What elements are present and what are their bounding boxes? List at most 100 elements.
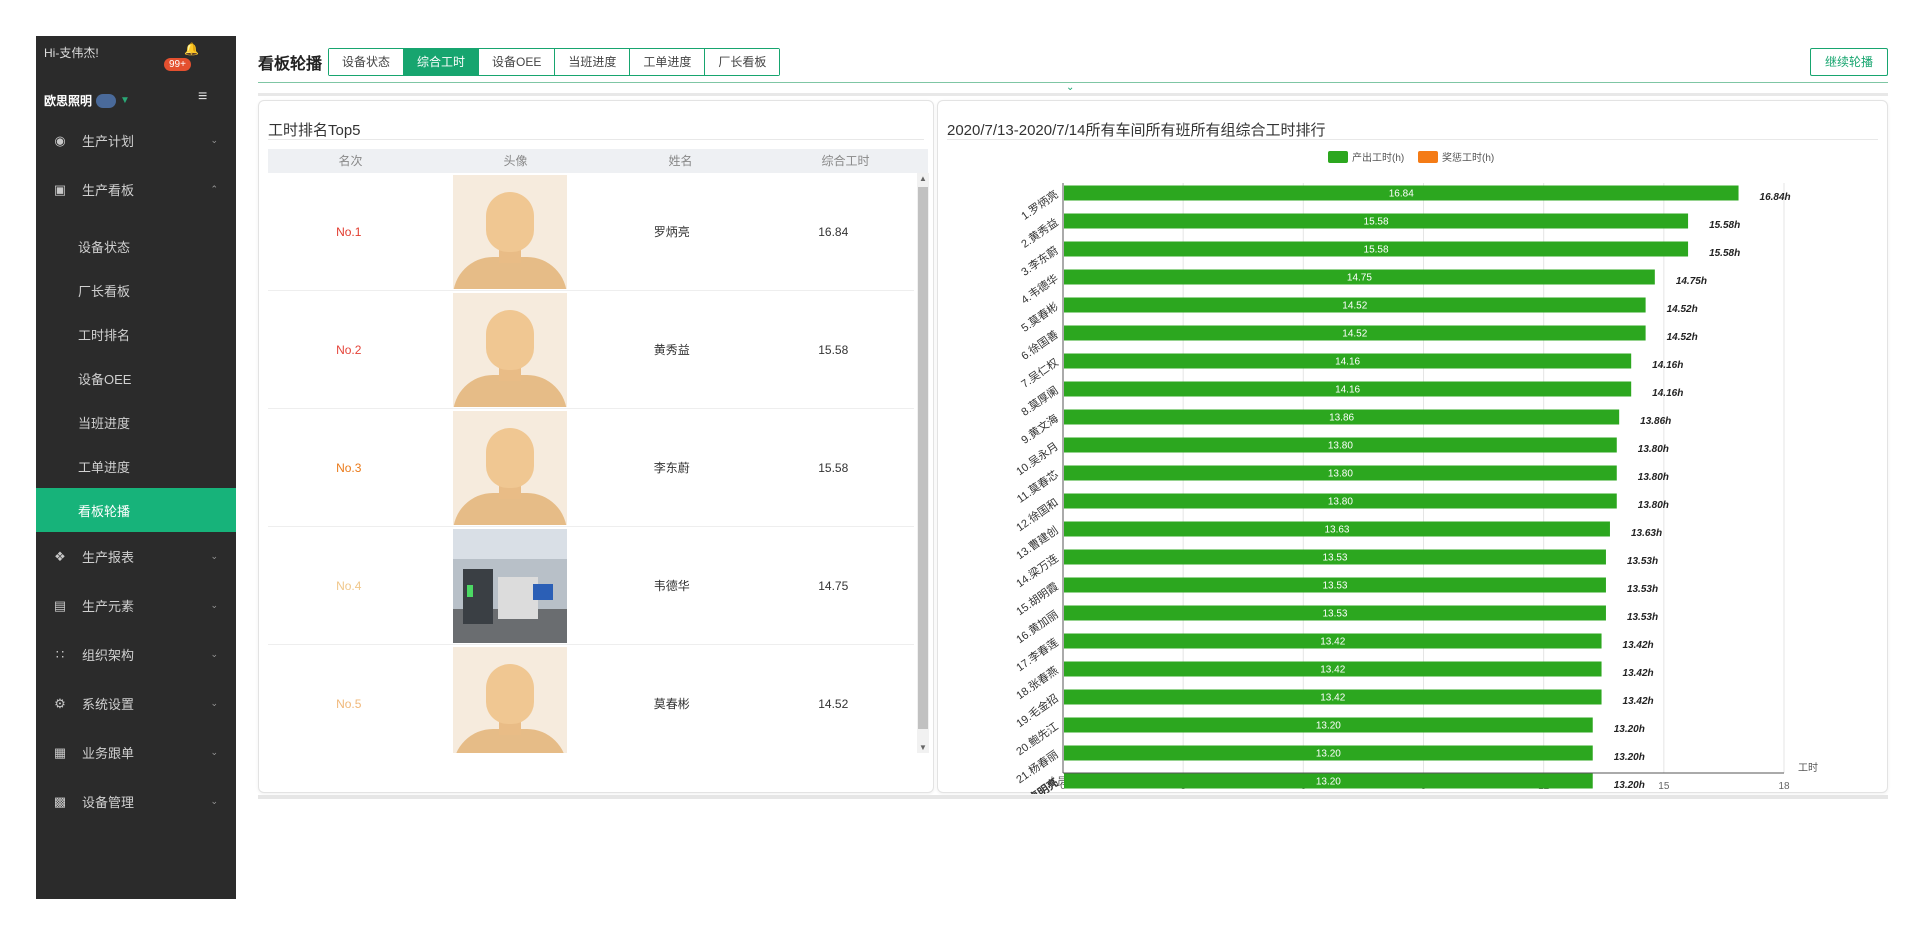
bar-total-label: 13.20h	[1614, 780, 1645, 791]
sidebar-item-production-elements[interactable]: ▤ 生产元素 ⌄	[36, 581, 236, 630]
sidebar-item-system-settings[interactable]: ⚙ 系统设置 ⌄	[36, 679, 236, 728]
submenu-item-device-oee[interactable]: 设备OEE	[36, 356, 236, 400]
bar-inner-label: 13.20	[1316, 777, 1341, 788]
legend-label: 奖惩工时(h)	[1442, 151, 1494, 164]
bar-inner-label: 13.42	[1320, 693, 1345, 704]
worker-name: 莫春彬	[653, 697, 690, 711]
bar-inner-label: 13.53	[1322, 609, 1347, 620]
rank-label: No.4	[336, 578, 362, 593]
bar-inner-label: 13.42	[1320, 637, 1345, 648]
gear-icon: ⚙	[54, 695, 66, 711]
submenu-item-hours-ranking[interactable]: 工时排名	[36, 312, 236, 356]
column-header: 名次	[338, 154, 363, 168]
table-header: 名次 头像 姓名 综合工时	[268, 149, 928, 173]
bar-inner-label: 14.16	[1335, 357, 1360, 368]
company-name: 欧思照明	[44, 94, 93, 108]
column-header: 头像	[503, 154, 528, 168]
collapse-menu-icon[interactable]: ≡	[198, 88, 207, 106]
rank-label: No.5	[336, 696, 362, 711]
sidebar-item-order-tracking[interactable]: ▦ 业务跟单 ⌄	[36, 728, 236, 777]
sidebar-item-label: 生产报表	[82, 550, 135, 565]
table-row: No.3 李东蔚 15.58	[268, 409, 914, 527]
rank-label: No.1	[336, 224, 362, 239]
chevron-down-icon: ⌄	[210, 551, 218, 561]
bell-icon[interactable]: 🔔	[184, 42, 199, 56]
sidebar-item-production-report[interactable]: ❖ 生产报表 ⌄	[36, 532, 236, 581]
table-row: No.1 罗炳亮 16.84	[268, 173, 914, 291]
divider	[268, 139, 924, 140]
y-category-label: 1.罗炳亮	[1018, 187, 1061, 223]
chevron-down-icon: ⌄	[210, 796, 218, 806]
bar-total-label: 13.53h	[1627, 584, 1658, 595]
bar-total-label: 14.52h	[1667, 332, 1698, 343]
worker-hours: 15.58	[818, 460, 849, 475]
scrollbar[interactable]: ▲ ▼	[917, 173, 929, 753]
sidebar-item-organization[interactable]: ∷ 组织架构 ⌄	[36, 630, 236, 679]
bar-inner-label: 13.86	[1329, 413, 1354, 424]
submenu-item-device-status[interactable]: 设备状态	[36, 224, 236, 268]
chevron-down-icon: ⌄	[210, 135, 218, 145]
scroll-up-icon[interactable]: ▲	[919, 174, 927, 183]
submenu-item-board-carousel[interactable]: 看板轮播	[36, 488, 236, 532]
printer-icon: ▤	[53, 597, 67, 613]
bar-total-label: 13.86h	[1640, 416, 1671, 427]
tab-shift-progress[interactable]: 当班进度	[555, 49, 631, 75]
avatar-photo	[453, 528, 568, 643]
tab-device-oee[interactable]: 设备OEE	[479, 49, 556, 75]
submenu-item-factory-board[interactable]: 厂长看板	[36, 268, 236, 312]
x-tick-label: 15	[1658, 781, 1670, 792]
bar-inner-label: 14.16	[1335, 385, 1360, 396]
bar-total-label: 13.80h	[1638, 500, 1669, 511]
legend-swatch	[1328, 151, 1348, 163]
document-icon: ▦	[53, 744, 67, 760]
chevron-up-icon: ⌃	[210, 184, 218, 194]
worker-hours: 14.52	[818, 696, 849, 711]
scroll-down-icon[interactable]: ▼	[919, 743, 927, 752]
avatar	[453, 292, 568, 407]
company-selector[interactable]: 欧思照明 ▼	[44, 92, 130, 109]
diamonds-icon: ❖	[54, 548, 66, 564]
bar-total-label: 13.63h	[1631, 528, 1662, 539]
bar-total-label: 13.80h	[1638, 444, 1669, 455]
tab-device-status[interactable]: 设备状态	[329, 49, 405, 75]
ranking-title: 工时排名Top5	[268, 122, 361, 139]
table-body: No.1 罗炳亮 16.84 No.2 黄秀益 15.58 No.3 李东蔚 1…	[268, 173, 914, 753]
table-row: No.5 莫春彬 14.52	[268, 645, 914, 753]
globe-icon: ◉	[54, 132, 66, 148]
device-icon: ▩	[53, 793, 67, 809]
bar-total-label: 14.52h	[1667, 304, 1698, 315]
worker-hours: 15.58	[818, 342, 849, 357]
tab-factory-board[interactable]: 厂长看板	[705, 49, 780, 75]
rank-label: No.2	[336, 342, 362, 357]
chevron-down-icon[interactable]: ⌄	[1066, 82, 1074, 93]
submenu-item-order-progress[interactable]: 工单进度	[36, 444, 236, 488]
sidebar-item-device-management[interactable]: ▩ 设备管理 ⌄	[36, 777, 236, 826]
avatar	[453, 646, 568, 753]
submenu-item-shift-progress[interactable]: 当班进度	[36, 400, 236, 444]
chevron-down-icon: ▼	[120, 95, 130, 106]
bar-total-label: 15.58h	[1709, 220, 1740, 231]
bar-inner-label: 13.20	[1316, 749, 1341, 760]
tab-overall-hours[interactable]: 综合工时	[404, 49, 480, 75]
bar-inner-label: 13.80	[1328, 469, 1353, 480]
scrollbar-thumb[interactable]	[918, 187, 928, 729]
sidebar-item-label: 系统设置	[82, 697, 135, 712]
sidebar-item-label: 生产看板	[82, 183, 135, 198]
sidebar-item-label: 设备管理	[82, 795, 135, 810]
bar-total-label: 13.42h	[1623, 668, 1654, 679]
bar-inner-label: 14.52	[1342, 329, 1367, 340]
sidebar-item-production-plan[interactable]: ◉ 生产计划 ⌄	[36, 116, 236, 165]
monitor-icon: ▣	[53, 181, 67, 197]
bar-total-label: 14.75h	[1676, 276, 1707, 287]
sidebar-item-label: 生产元素	[82, 599, 135, 614]
org-chart-icon: ∷	[55, 646, 65, 662]
tab-order-progress[interactable]: 工单进度	[630, 49, 706, 75]
bar-total-label: 13.20h	[1614, 752, 1645, 763]
worker-name: 李东蔚	[653, 461, 690, 475]
bar-inner-label: 13.53	[1322, 581, 1347, 592]
sidebar-item-production-board[interactable]: ▣ 生产看板 ⌃	[36, 165, 236, 214]
bar-inner-label: 16.84	[1389, 189, 1414, 200]
continue-carousel-button[interactable]: 继续轮播	[1809, 48, 1888, 76]
bar-total-label: 13.42h	[1623, 640, 1654, 651]
sidebar-menu: ◉ 生产计划 ⌄ ▣ 生产看板 ⌃ 设备状态 厂长看板 工时排名 设备OEE 当…	[36, 116, 236, 826]
